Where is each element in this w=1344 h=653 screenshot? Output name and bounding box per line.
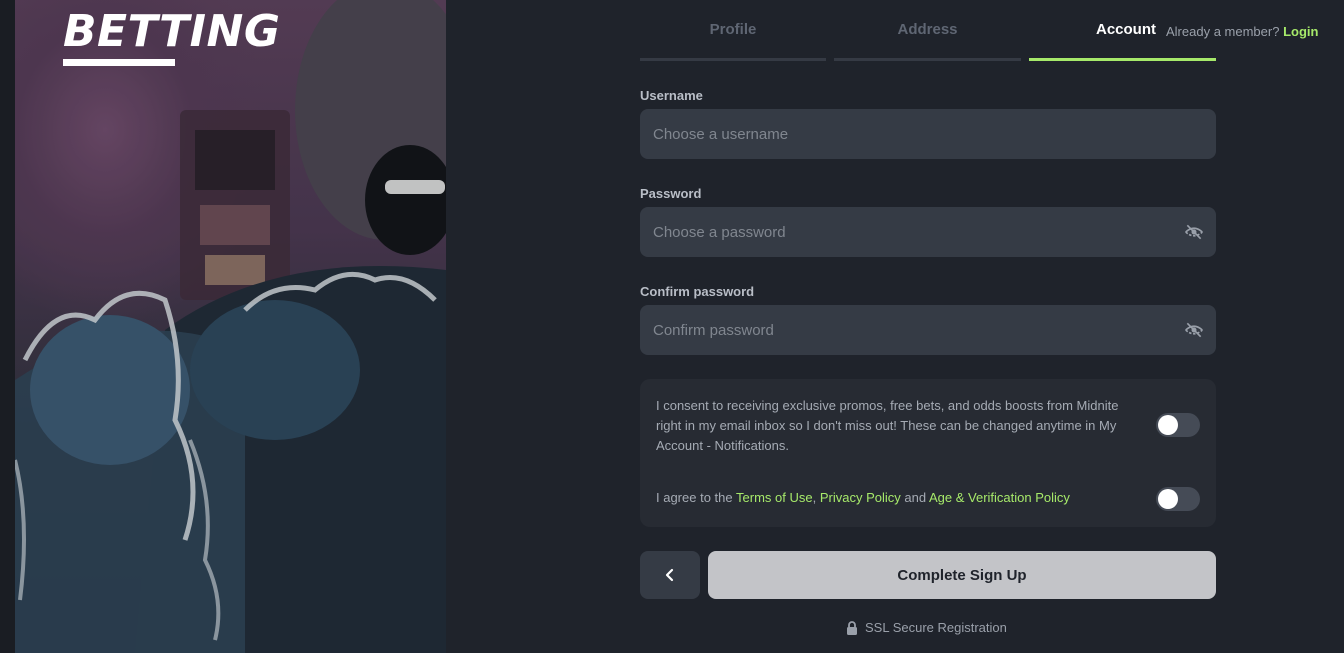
login-link[interactable]: Login — [1283, 24, 1318, 39]
brand-underline — [63, 59, 175, 66]
username-placeholder: Choose a username — [653, 125, 789, 143]
complete-signup-button[interactable]: Complete Sign Up — [708, 551, 1216, 599]
tab-profile-label: Profile — [709, 21, 757, 38]
confirm-password-input[interactable]: Confirm password — [640, 305, 1216, 355]
consent-panel: I consent to receiving exclusive promos,… — [640, 379, 1216, 527]
username-input[interactable]: Choose a username — [640, 109, 1216, 159]
password-input[interactable]: Choose a password — [640, 207, 1216, 257]
toggle-knob — [1158, 489, 1178, 509]
back-button[interactable] — [640, 551, 700, 599]
ssl-notice: SSL Secure Registration — [846, 620, 1007, 635]
chevron-left-icon — [665, 568, 674, 582]
lock-icon — [847, 620, 857, 635]
tab-profile[interactable]: Profile — [640, 0, 826, 62]
signup-steps: Profile Address Account — [640, 0, 1216, 62]
eye-off-icon[interactable] — [1184, 320, 1204, 340]
eye-off-icon[interactable] — [1184, 222, 1204, 242]
left-gutter — [0, 0, 15, 653]
promo-consent-text: I consent to receiving exclusive promos,… — [656, 398, 1119, 453]
already-member-text: Already a member? — [1166, 24, 1280, 39]
confirm-password-label: Confirm password — [640, 284, 755, 299]
promo-consent-toggle[interactable] — [1156, 413, 1200, 437]
tab-account-indicator — [1029, 58, 1216, 61]
tab-profile-indicator — [640, 58, 826, 61]
tab-address-indicator — [834, 58, 1021, 61]
agree-prefix: I agree to the — [656, 490, 733, 505]
brand-logo: BETTING — [63, 6, 281, 57]
terms-agreement-toggle[interactable] — [1156, 487, 1200, 511]
age-verification-link[interactable]: Age & Verification Policy — [929, 490, 1070, 505]
agree-and: and — [904, 490, 927, 505]
tab-address[interactable]: Address — [834, 0, 1021, 62]
agree-comma: , — [812, 490, 817, 505]
terms-of-use-link[interactable]: Terms of Use — [736, 490, 813, 505]
ssl-text: SSL Secure Registration — [865, 620, 1007, 635]
username-label: Username — [640, 88, 703, 103]
toggle-knob — [1158, 415, 1178, 435]
hero-image: BETTING — [15, 0, 446, 653]
tab-address-label: Address — [897, 21, 958, 38]
password-label: Password — [640, 186, 702, 201]
password-placeholder: Choose a password — [653, 223, 786, 241]
confirm-password-placeholder: Confirm password — [653, 321, 774, 339]
terms-agreement-text: I agree to the Terms of Use, Privacy Pol… — [656, 490, 1070, 505]
already-member: Already a member? Login — [1166, 24, 1318, 39]
privacy-policy-link[interactable]: Privacy Policy — [820, 490, 901, 505]
hero-illustration — [15, 0, 446, 653]
